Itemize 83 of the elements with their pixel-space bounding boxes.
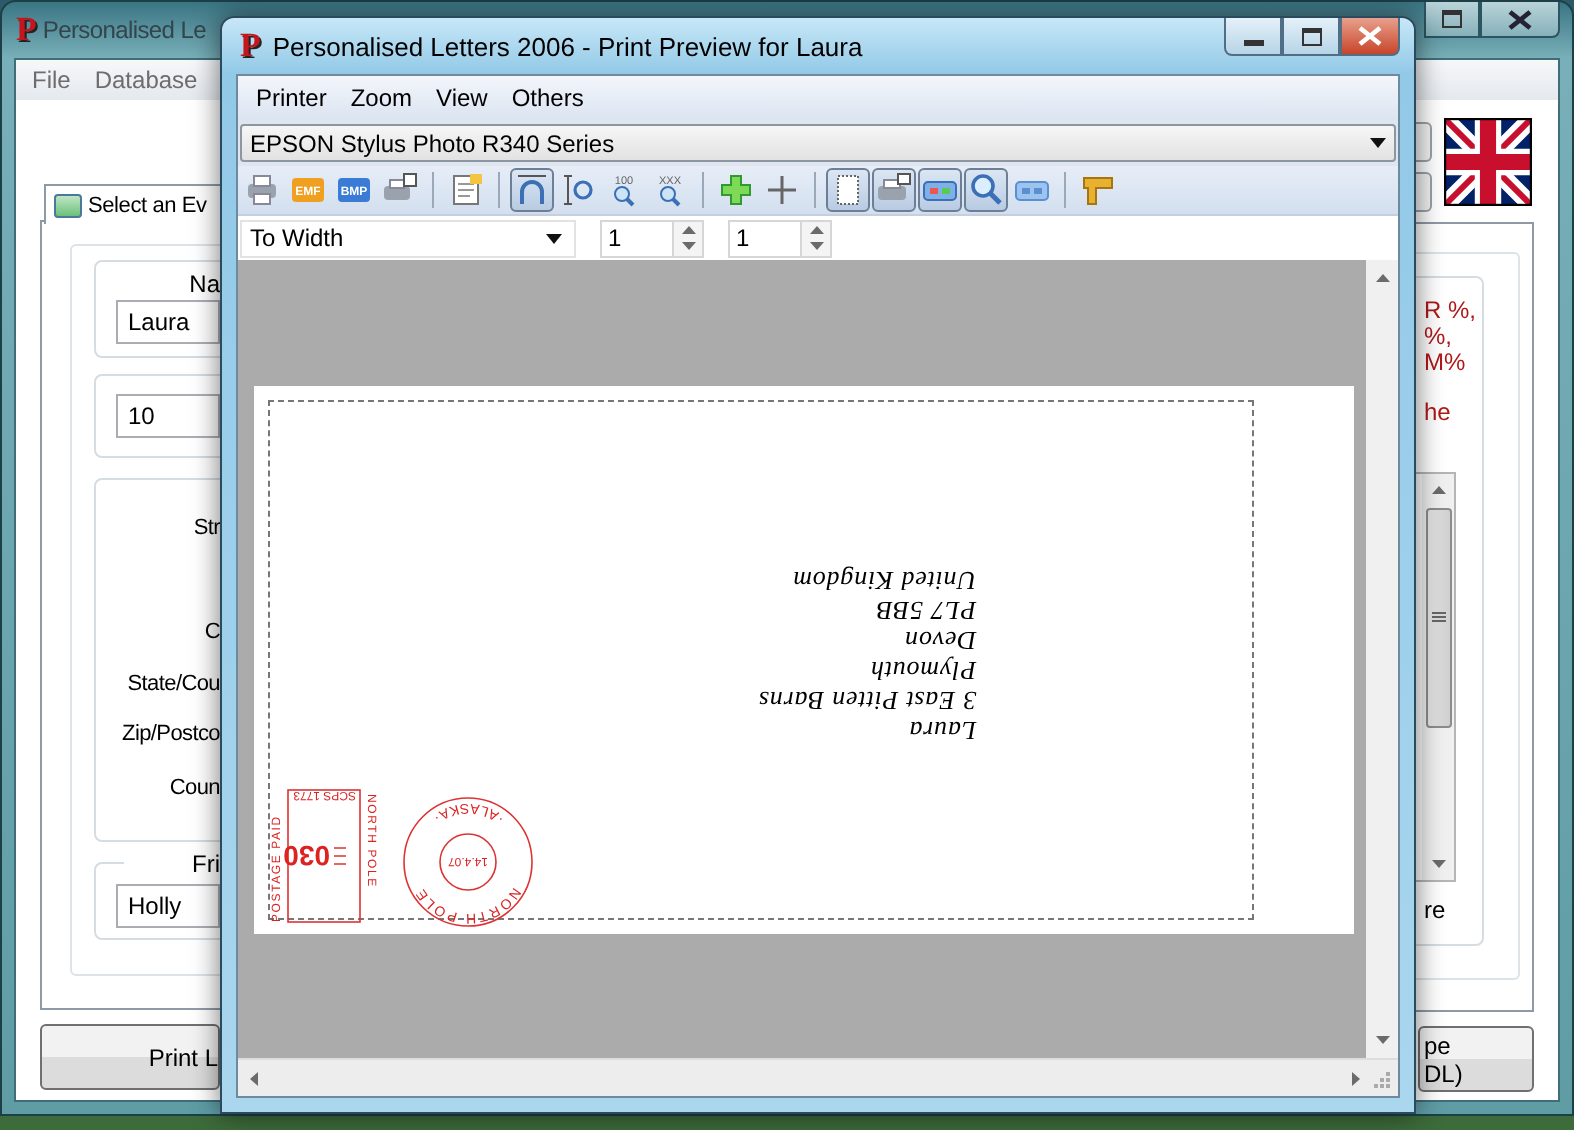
input-field[interactable]: Laura bbox=[116, 300, 220, 344]
colors-button[interactable] bbox=[918, 168, 962, 212]
minimize-icon bbox=[1243, 39, 1263, 45]
number-field[interactable]: 1 bbox=[600, 219, 704, 257]
scroll-down-icon[interactable] bbox=[1431, 860, 1445, 868]
print-button[interactable]: Print L bbox=[40, 1024, 220, 1090]
menu-item[interactable]: Printer bbox=[244, 84, 339, 112]
vertical-scrollbar[interactable] bbox=[1422, 474, 1454, 880]
tab[interactable]: Select an Ev bbox=[44, 184, 220, 224]
note-text: M% bbox=[1424, 350, 1468, 376]
horizontal-scrollbar[interactable] bbox=[238, 1058, 1398, 1096]
envelope-button[interactable]: pe DL) bbox=[1418, 1026, 1534, 1092]
printer-icon bbox=[244, 172, 280, 208]
close-icon bbox=[1358, 26, 1382, 46]
field-label: Zip/Postco bbox=[120, 720, 220, 750]
close-button[interactable] bbox=[1480, 2, 1560, 38]
plus-icon bbox=[764, 172, 800, 208]
spin-up-icon[interactable] bbox=[809, 225, 823, 234]
minimize-button[interactable] bbox=[1224, 18, 1282, 56]
caret-icon bbox=[1370, 138, 1386, 148]
spin-up-icon[interactable] bbox=[681, 225, 695, 234]
address-line: 3 East Pitten Barns bbox=[757, 686, 976, 716]
search-icon bbox=[968, 172, 1004, 208]
spin-down-icon[interactable] bbox=[681, 242, 695, 251]
address-line: United Kingdom bbox=[790, 566, 976, 596]
window-title: Personalised Letters 2006 - Print Preview for Laura bbox=[272, 31, 863, 61]
scroll-up-icon[interactable] bbox=[1431, 486, 1445, 494]
field-label: C bbox=[202, 618, 220, 648]
grip-icon bbox=[1431, 612, 1445, 624]
dropdown-edge[interactable] bbox=[1416, 172, 1432, 212]
cross-icon bbox=[718, 172, 754, 208]
printer-button[interactable] bbox=[872, 168, 916, 212]
search-button[interactable] bbox=[964, 168, 1008, 212]
address-line: Devon bbox=[902, 626, 976, 656]
menu-item[interactable]: View bbox=[424, 84, 500, 112]
resize-grip-icon[interactable] bbox=[1372, 1069, 1390, 1087]
note-text: he bbox=[1424, 400, 1453, 426]
scroll-up-icon[interactable] bbox=[1375, 274, 1389, 282]
window-icon bbox=[54, 193, 82, 217]
spin-down-icon[interactable] bbox=[809, 242, 823, 251]
page-button[interactable] bbox=[826, 168, 870, 212]
menu-item[interactable]: Zoom bbox=[338, 84, 425, 112]
caret-icon bbox=[546, 233, 562, 243]
field-label: Coun bbox=[167, 774, 220, 804]
document-icon bbox=[448, 172, 484, 208]
close-button[interactable] bbox=[1340, 18, 1400, 56]
address-line: PL7 5BB bbox=[873, 596, 976, 626]
menu-item[interactable]: Database bbox=[82, 66, 210, 94]
scroll-left-icon[interactable] bbox=[250, 1071, 258, 1085]
fit-page-button[interactable] bbox=[510, 168, 554, 212]
group-label: Na bbox=[187, 270, 220, 300]
app-logo: P bbox=[240, 26, 261, 66]
printer-dropdown[interactable]: EPSON Stylus Photo R340 Series bbox=[240, 124, 1396, 162]
arch-icon bbox=[514, 172, 550, 208]
app-logo: P bbox=[16, 10, 37, 50]
number-field[interactable]: 1 bbox=[728, 219, 832, 257]
note-text: %, bbox=[1424, 324, 1455, 350]
close-icon bbox=[1508, 9, 1532, 29]
dropdown-edge[interactable] bbox=[1416, 122, 1432, 162]
input-field[interactable]: 10 bbox=[116, 394, 220, 438]
menu-item[interactable]: File bbox=[20, 66, 83, 94]
ruler-icon bbox=[1080, 172, 1116, 208]
vertical-scrollbar[interactable] bbox=[1366, 260, 1398, 1058]
maximize-button[interactable] bbox=[1424, 2, 1480, 38]
note-text: R %, bbox=[1424, 298, 1479, 324]
scroll-thumb[interactable] bbox=[1425, 508, 1451, 728]
list-caption: re bbox=[1424, 898, 1448, 924]
menu-item[interactable]: Others bbox=[499, 84, 596, 112]
address-line: Laura bbox=[906, 716, 976, 746]
window-title: Personalised Le bbox=[42, 16, 206, 44]
maximize-icon bbox=[1301, 27, 1321, 45]
flag-icon[interactable] bbox=[1444, 118, 1532, 206]
fit-height-icon bbox=[560, 172, 596, 208]
input-field[interactable]: Holly bbox=[116, 884, 220, 928]
zoom-dropdown[interactable]: To Width bbox=[240, 219, 576, 257]
field-label: State/Cou bbox=[125, 670, 220, 700]
scroll-down-icon[interactable] bbox=[1375, 1036, 1389, 1044]
scroll-right-icon[interactable] bbox=[1352, 1071, 1360, 1085]
maximize-button[interactable] bbox=[1282, 18, 1340, 56]
field-label: Str bbox=[191, 514, 220, 544]
maximize-icon bbox=[1442, 10, 1462, 28]
address-line: Plymouth bbox=[867, 656, 976, 686]
stamp-text: 030 bbox=[283, 840, 330, 872]
